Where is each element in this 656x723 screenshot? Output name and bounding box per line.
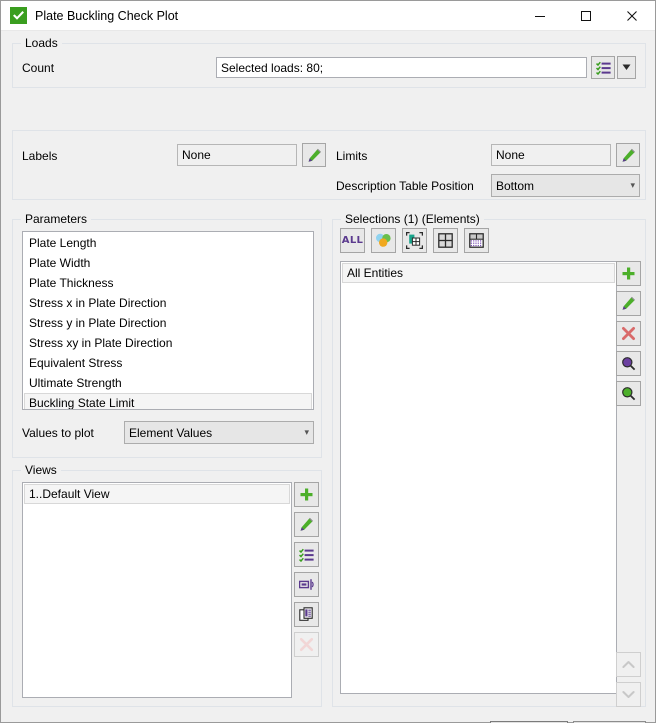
limits-label: Limits [336, 149, 367, 163]
chevron-up-icon [622, 660, 635, 669]
selections-listbox[interactable]: All Entities [340, 261, 617, 694]
loads-group: Loads Count Selected loads: 80; [12, 43, 646, 88]
limits-edit-button[interactable] [616, 143, 640, 167]
values-to-plot-select[interactable]: Element Values ▾ [124, 421, 314, 444]
list-item[interactable]: Stress x in Plate Direction [24, 293, 312, 313]
list-item[interactable]: Stress y in Plate Direction [24, 313, 312, 333]
copy-view-button[interactable] [294, 602, 319, 627]
labels-label: Labels [22, 149, 57, 163]
window-controls [517, 1, 655, 31]
parameters-listbox[interactable]: Plate Length Plate Width Plate Thickness… [22, 231, 314, 410]
list-item[interactable]: 1..Default View [24, 484, 290, 504]
list-item[interactable]: Buckling State Limit [24, 393, 312, 410]
list-item[interactable]: All Entities [342, 263, 615, 283]
select-table-detail-button[interactable] [464, 228, 489, 253]
loads-dropdown-button[interactable] [617, 56, 636, 79]
copy-icon [299, 607, 314, 622]
add-selection-button[interactable] [616, 261, 641, 286]
list-item[interactable]: Stress xy in Plate Direction [24, 333, 312, 353]
shapes-icon [375, 233, 392, 248]
box-select-icon [406, 232, 423, 249]
view-list-button[interactable] [294, 542, 319, 567]
views-group-legend: Views [21, 463, 61, 477]
all-icon: ALL [342, 235, 363, 246]
views-listbox[interactable]: 1..Default View [22, 482, 292, 698]
loads-count-value[interactable]: Selected loads: 80; [216, 57, 587, 78]
chevron-down-icon [622, 690, 635, 699]
list-item[interactable]: Plate Length [24, 233, 312, 253]
add-view-button[interactable] [294, 482, 319, 507]
zoom-selection-green-button[interactable] [616, 381, 641, 406]
edit-selection-button[interactable] [616, 291, 641, 316]
select-by-box-button[interactable] [402, 228, 427, 253]
move-selection-up-button [616, 652, 641, 677]
window-title: Plate Buckling Check Plot [35, 9, 517, 23]
pencil-icon [621, 148, 636, 163]
minimize-button[interactable] [517, 1, 563, 31]
rename-icon [299, 578, 315, 591]
magnifier-green-icon [621, 386, 636, 401]
rename-view-button[interactable] [294, 572, 319, 597]
parameters-group-legend: Parameters [21, 212, 91, 226]
grid-icon [438, 233, 453, 248]
maximize-button[interactable] [563, 1, 609, 31]
checklist-icon [299, 548, 314, 562]
grid-detail-icon [469, 233, 484, 248]
selections-group-legend: Selections (1) (Elements) [341, 212, 484, 226]
labels-limits-group: Labels None Limits None Description Tabl… [12, 130, 646, 200]
move-selection-down-button [616, 682, 641, 707]
magnifier-purple-icon [621, 356, 636, 371]
select-by-group-button[interactable] [371, 228, 396, 253]
chevron-down-icon: ▾ [630, 180, 635, 191]
select-table-button[interactable] [433, 228, 458, 253]
check-icon [10, 7, 27, 24]
labels-value-field[interactable]: None [177, 144, 297, 166]
description-table-position-value: Bottom [496, 179, 534, 193]
pencil-icon [299, 517, 314, 532]
pencil-icon [307, 148, 322, 163]
parameters-group: Parameters Plate Length Plate Width Plat… [12, 219, 322, 458]
chevron-down-icon: ▾ [304, 427, 309, 438]
select-all-button[interactable]: ALL [340, 228, 365, 253]
description-table-position-label: Description Table Position [336, 179, 474, 193]
labels-edit-button[interactable] [302, 143, 326, 167]
pencil-icon [621, 296, 636, 311]
list-item[interactable]: Plate Width [24, 253, 312, 273]
delete-selection-button[interactable] [616, 321, 641, 346]
selections-group: Selections (1) (Elements) ALL [332, 219, 646, 707]
views-group: Views 1..Default View [12, 470, 322, 707]
checklist-icon [596, 61, 611, 75]
plus-icon [621, 266, 636, 281]
dialog-window: Plate Buckling Check Plot Loads Count Se… [0, 0, 656, 723]
list-item[interactable]: Plate Thickness [24, 273, 312, 293]
x-icon [299, 637, 314, 652]
loads-count-label: Count [22, 61, 54, 75]
values-to-plot-label: Values to plot [22, 426, 94, 440]
list-item[interactable]: Equivalent Stress [24, 353, 312, 373]
loads-group-legend: Loads [21, 36, 62, 50]
zoom-selection-purple-button[interactable] [616, 351, 641, 376]
delete-view-button [294, 632, 319, 657]
selections-toolbar: ALL [340, 228, 489, 253]
list-item[interactable]: Ultimate Strength [24, 373, 312, 393]
x-icon [621, 326, 636, 341]
loads-list-button[interactable] [591, 56, 615, 79]
dropdown-arrow-icon [622, 64, 631, 71]
close-button[interactable] [609, 1, 655, 31]
limits-value-field[interactable]: None [491, 144, 611, 166]
dialog-content: Loads Count Selected loads: 80; [1, 31, 655, 722]
values-to-plot-value: Element Values [129, 426, 212, 440]
edit-view-button[interactable] [294, 512, 319, 537]
title-bar: Plate Buckling Check Plot [1, 1, 655, 31]
plus-icon [299, 487, 314, 502]
description-table-position-select[interactable]: Bottom ▾ [491, 174, 640, 197]
